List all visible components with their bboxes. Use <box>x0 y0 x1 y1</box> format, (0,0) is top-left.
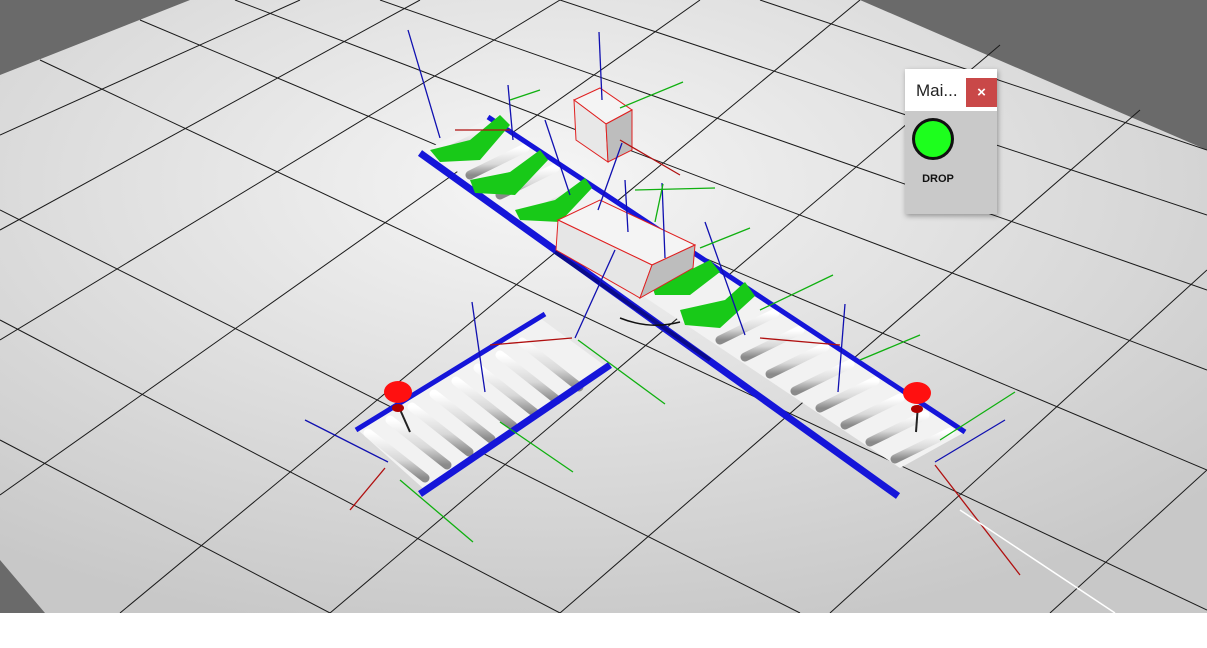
drop-indicator-light[interactable] <box>912 118 954 160</box>
close-button[interactable]: × <box>966 78 997 107</box>
panel-titlebar[interactable]: Mai... × <box>905 69 997 111</box>
panel-title: Mai... <box>916 81 958 100</box>
main-panel-window[interactable]: Mai... × DROP <box>905 69 997 214</box>
3d-viewport[interactable] <box>0 0 1207 613</box>
drop-indicator-label: DROP <box>922 173 954 185</box>
